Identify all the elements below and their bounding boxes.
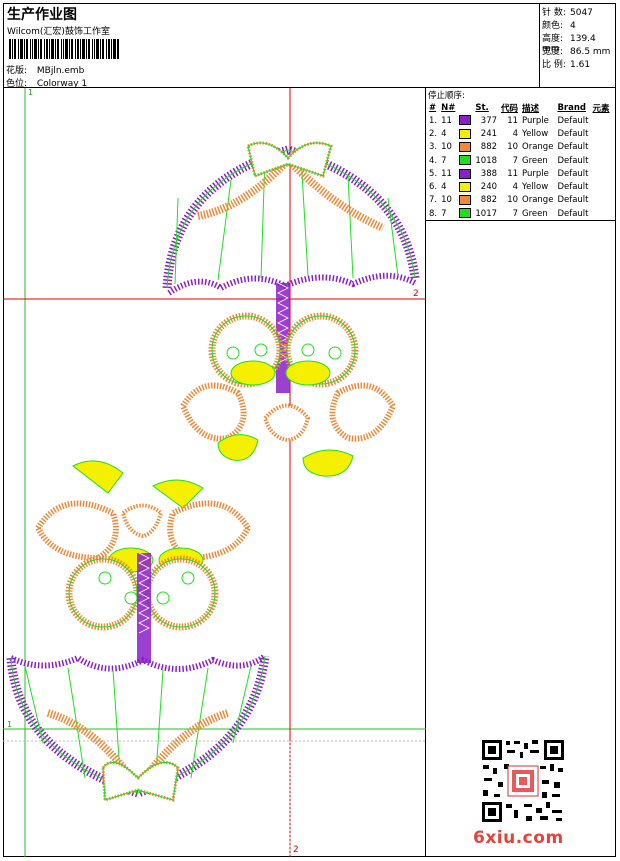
color-swatch [457,207,473,220]
table-row: 6. 4 240 4 Yellow Default [427,180,612,193]
watermark-logo: 6xiu.com [473,828,564,848]
guide-marker-green-left: 1 [7,720,13,729]
table-row: 1. 11 377 11 Purple Default [427,114,612,127]
design-file-row: 花版: MBjln.emb [6,63,84,76]
color-description: Green [522,155,548,166]
row-index: 8. [429,208,438,219]
color-swatch [457,127,473,140]
element [591,114,612,127]
color-code: 7 [512,155,519,166]
color-code: 7 [512,208,519,219]
qr-code-icon [480,738,566,824]
stitch-count: 882 [480,142,498,153]
element [591,194,612,207]
guide-marker-green-top: 1 [28,88,34,97]
brand: Default [557,195,589,206]
page-title: 生产作业图 [7,7,77,23]
color-swatch [457,154,473,167]
color-swatch [457,167,473,180]
stitch-count: 1017 [475,208,498,219]
stat-stitches: 针 数: 5047 [542,8,593,18]
company-name: Wilcom(汇宏)鼓饰工作室 [7,27,110,37]
stitch-count: 1018 [475,155,498,166]
color-code: 11 [507,115,519,126]
table-row: 5. 11 388 11 Purple Default [427,167,612,180]
design-canvas: 1 1 2 2 [3,88,426,857]
stop-sequence-panel: 停止顺序: # N# St. 代码 描述 Brand 元素 1. 11 377 11 P… [426,88,616,221]
table-row: 4. 7 1018 7 Green Default [427,154,612,167]
stitch-count: 241 [480,128,498,139]
bottom-chicks [34,460,252,663]
color-description: Purple [522,168,549,179]
color-swatch [457,194,473,207]
stat-scale: 比 例: 1.61 [542,60,591,70]
brand: Default [557,128,589,139]
brand: Default [557,208,589,219]
color-code: 10 [507,142,519,153]
color-swatch [457,180,473,193]
brand: Default [557,168,589,179]
table-row: 7. 10 882 10 Orange Default [427,194,612,207]
row-index: 3. [429,142,438,153]
header-info: 生产作业图 Wilcom(汇宏)鼓饰工作室 花版: MBjln.emb 色位: … [3,3,540,89]
color-description: Green [522,208,548,219]
color-code: 4 [512,128,519,139]
element [591,127,612,140]
design-label: 花版: [6,66,28,76]
color-code: 4 [512,182,519,193]
color-description: Yellow [522,128,549,139]
color-description: Orange [522,195,554,206]
stitch-count: 240 [480,182,498,193]
stats-panel: 针 数: 5047 颜色: 4 高度: 139.4 mm 宽度: 86.5 mm 比 例… [540,3,616,88]
row-index: 6. [429,182,438,193]
row-index: 4. [429,155,438,166]
table-header-row: # N# St. 代码 描述 Brand 元素 [429,102,610,114]
stop-sequence-title: 停止顺序: [428,91,465,101]
row-index: 5. [429,168,438,179]
stitch-count: 882 [480,195,498,206]
stitch-count: 377 [480,115,498,126]
brand: Default [557,155,589,166]
element [591,154,612,167]
row-index: 1. [429,115,438,126]
color-swatch [457,114,473,127]
color-description: Orange [522,142,554,153]
color-description: Purple [522,115,549,126]
table-row: 8. 7 1017 7 Green Default [427,207,612,220]
brand: Default [557,115,589,126]
needle-number: 7 [441,208,447,219]
row-index: 7. [429,195,438,206]
table-row: 2. 4 241 4 Yellow Default [427,127,612,140]
needle-number: 4 [441,128,447,139]
color-code: 10 [507,195,519,206]
barcode-icon [9,39,119,59]
guide-marker-red-right: 2 [413,289,419,299]
color-code: 11 [507,168,519,179]
needle-number: 11 [441,115,452,126]
embroidery-design [3,88,426,857]
element [591,167,612,180]
needle-number: 11 [441,168,452,179]
stat-width: 宽度: 86.5 mm [542,47,611,57]
stat-colors: 颜色: 4 [542,21,576,31]
table-row: 3. 10 882 10 Orange Default [427,141,612,154]
color-description: Yellow [522,182,549,193]
guide-marker-red-bottom: 2 [293,845,299,855]
stitch-count: 388 [480,168,498,179]
element [591,180,612,193]
needle-number: 10 [441,195,452,206]
stop-sequence-table: # N# St. 代码 描述 Brand 元素 1. 11 377 11 Purple D… [427,101,612,220]
design-value: MBjln.emb [36,66,85,76]
element [591,141,612,154]
color-swatch [457,141,473,154]
top-chicks [179,312,397,477]
brand: Default [557,182,589,193]
element [591,207,612,220]
bottom-umbrella [6,653,270,802]
needle-number: 10 [441,142,452,153]
row-index: 2. [429,128,438,139]
brand: Default [557,142,589,153]
needle-number: 4 [441,182,447,193]
needle-number: 7 [441,155,447,166]
